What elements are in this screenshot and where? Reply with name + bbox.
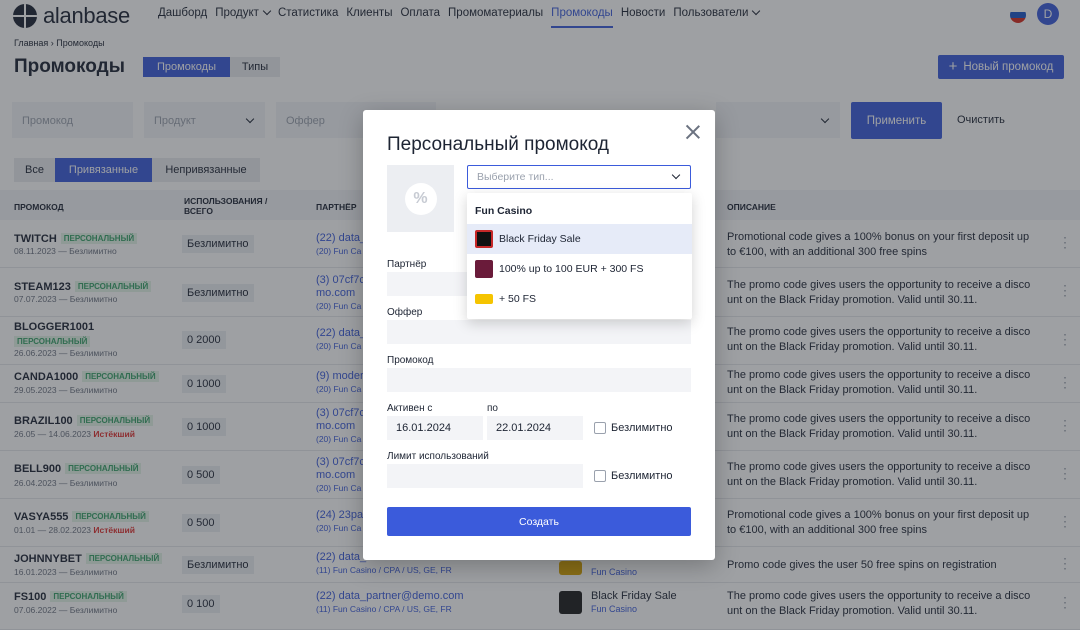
dropdown-option-label: + 50 FS: [499, 293, 537, 305]
unlimited-usage-checkbox[interactable]: [594, 470, 606, 482]
personal-promocode-modal: Персональный промокод % Выберите тип... …: [363, 110, 715, 560]
dropdown-option[interactable]: Black Friday Sale: [467, 224, 692, 254]
offer-select[interactable]: [387, 320, 691, 344]
promocode-label: Промокод: [387, 355, 434, 366]
offer-icon: [475, 260, 493, 278]
percent-icon: %: [404, 182, 437, 215]
unlimited-date-label: Безлимитно: [611, 422, 673, 434]
usage-limit-label: Лимит использований: [387, 451, 489, 462]
active-from-label: Активен с: [387, 403, 433, 414]
active-to-label: по: [487, 403, 498, 414]
close-icon[interactable]: [685, 124, 701, 140]
unlimited-usage-label: Безлимитно: [611, 470, 673, 482]
offer-label: Оффер: [387, 307, 423, 318]
partner-label: Партнёр: [387, 259, 427, 270]
usage-limit-input[interactable]: [387, 464, 583, 488]
image-placeholder[interactable]: %: [387, 165, 454, 232]
dropdown-option-label: 100% up to 100 EUR + 300 FS: [499, 263, 644, 275]
promocode-input[interactable]: [387, 368, 691, 392]
dropdown-group-label: Fun Casino: [475, 205, 533, 217]
dropdown-option[interactable]: + 50 FS: [467, 284, 692, 314]
create-button[interactable]: Создать: [387, 507, 691, 536]
dropdown-option[interactable]: 100% up to 100 EUR + 300 FS: [467, 254, 692, 284]
offer-icon: [475, 294, 493, 304]
date-to-input[interactable]: 22.01.2024: [487, 416, 583, 440]
date-from-input[interactable]: 16.01.2024: [387, 416, 483, 440]
unlimited-date-checkbox[interactable]: [594, 422, 606, 434]
type-select[interactable]: Выберите тип...: [467, 165, 691, 189]
modal-title: Персональный промокод: [387, 134, 609, 155]
offer-icon: [475, 230, 493, 248]
type-dropdown-menu: Fun Casino Black Friday Sale 100% up to …: [467, 193, 692, 319]
dropdown-option-label: Black Friday Sale: [499, 233, 581, 245]
type-select-placeholder: Выберите тип...: [477, 171, 554, 183]
chevron-down-icon: [671, 170, 681, 180]
